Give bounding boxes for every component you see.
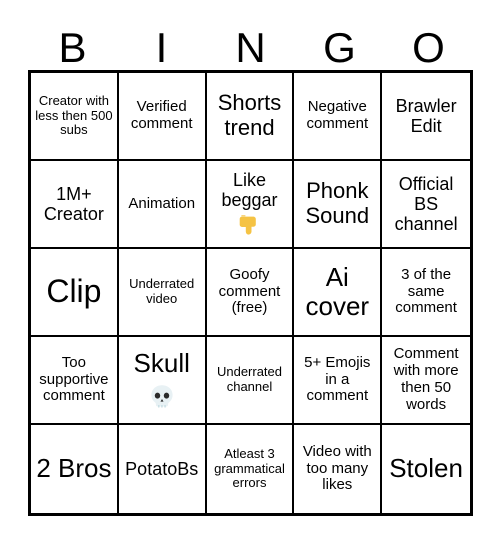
bingo-cell-label: 5+ Emojis in a comment bbox=[304, 353, 371, 405]
bingo-cell-label: Atleast 3 grammatical errors bbox=[214, 446, 285, 491]
bingo-cell-label: Creator with less then 500 subs bbox=[35, 93, 113, 138]
bingo-cell-2-4[interactable]: Phonk Sound bbox=[294, 161, 383, 249]
bingo-grid: Creator with less then 500 subs Verified … bbox=[28, 70, 473, 516]
bingo-cell-label: Underrated video bbox=[129, 276, 195, 306]
backhand-index-pointing-down-icon bbox=[240, 215, 257, 235]
bingo-header-row: B I N G O bbox=[28, 22, 473, 70]
bingo-cell-label: 1M+ Creator bbox=[43, 183, 104, 224]
bingo-cell-5-4[interactable]: Video with too many likes bbox=[294, 425, 383, 513]
bingo-cell-label: Negative comment bbox=[306, 98, 369, 132]
bingo-cell-2-3[interactable]: Like beggar bbox=[206, 161, 295, 249]
bingo-cell-label: Skull bbox=[133, 348, 190, 379]
bingo-cell-label: Verified comment bbox=[130, 98, 193, 132]
bingo-cell-4-4[interactable]: 5+ Emojis in a comment bbox=[294, 337, 383, 425]
bingo-cell-1-5[interactable]: Brawler Edit bbox=[382, 73, 470, 161]
bingo-cell-label: Goofy comment (free) bbox=[218, 265, 281, 317]
bingo-cell-1-2[interactable]: Verified comment bbox=[118, 73, 207, 161]
bingo-cell-2-5[interactable]: Official BS channel bbox=[382, 161, 470, 249]
bingo-cell-4-1[interactable]: Too supportive comment bbox=[31, 337, 119, 425]
bingo-cell-label: Ai cover bbox=[305, 261, 370, 321]
bingo-cell-label: Too supportive comment bbox=[39, 353, 109, 405]
bingo-cell-label: Video with too many likes bbox=[302, 442, 372, 494]
bingo-cell-4-5[interactable]: Comment with more then 50 words bbox=[382, 337, 470, 425]
bingo-cell-label: 2 Bros bbox=[36, 453, 112, 484]
bingo-cell-1-4[interactable]: Negative comment bbox=[294, 73, 383, 161]
bingo-cell-2-2[interactable]: Animation bbox=[118, 161, 207, 249]
bingo-cell-4-3[interactable]: Underrated channel bbox=[206, 337, 295, 425]
bingo-cell-3-5[interactable]: 3 of the same comment bbox=[382, 249, 470, 337]
bingo-cell-5-1[interactable]: 2 Bros bbox=[31, 425, 119, 513]
bingo-cell-4-2[interactable]: Skull bbox=[118, 337, 207, 425]
header-letter-o: O bbox=[412, 24, 445, 71]
bingo-cell-label: Official BS channel bbox=[394, 173, 458, 235]
bingo-cell-1-3[interactable]: Shorts trend bbox=[206, 73, 295, 161]
bingo-cell-label: Brawler Edit bbox=[395, 95, 457, 136]
bingo-cell-3-2[interactable]: Underrated video bbox=[118, 249, 207, 337]
header-letter-g: G bbox=[323, 24, 356, 71]
bingo-cell-3-1[interactable]: Clip bbox=[31, 249, 119, 337]
bingo-cell-label: Animation bbox=[128, 194, 196, 212]
bingo-cell-label: PotatoBs bbox=[125, 458, 199, 479]
bingo-cell-label: Clip bbox=[46, 273, 102, 310]
skull-icon bbox=[151, 384, 173, 408]
header-letter-n: N bbox=[235, 24, 266, 71]
bingo-cell-1-1[interactable]: Creator with less then 500 subs bbox=[31, 73, 119, 161]
bingo-cell-label: Stolen bbox=[389, 453, 463, 484]
bingo-cell-3-3[interactable]: Goofy comment (free) bbox=[206, 249, 295, 337]
bingo-cell-label: Underrated channel bbox=[216, 364, 283, 394]
header-letter-i: I bbox=[155, 24, 168, 71]
bingo-cell-5-3[interactable]: Atleast 3 grammatical errors bbox=[206, 425, 295, 513]
bingo-cell-label: Shorts trend bbox=[217, 90, 282, 140]
header-letter-b: B bbox=[58, 24, 87, 71]
bingo-card: B I N G O Creator with less then 500 sub… bbox=[0, 0, 501, 544]
bingo-cell-label: 3 of the same comment bbox=[395, 265, 457, 317]
bingo-cell-2-1[interactable]: 1M+ Creator bbox=[31, 161, 119, 249]
bingo-cell-label: Comment with more then 50 words bbox=[393, 345, 459, 413]
bingo-cell-5-5[interactable]: Stolen bbox=[382, 425, 470, 513]
bingo-cell-label: Phonk Sound bbox=[305, 178, 370, 228]
bingo-cell-label: Like beggar bbox=[221, 169, 278, 210]
bingo-cell-3-4[interactable]: Ai cover bbox=[294, 249, 383, 337]
bingo-cell-5-2[interactable]: PotatoBs bbox=[118, 425, 207, 513]
